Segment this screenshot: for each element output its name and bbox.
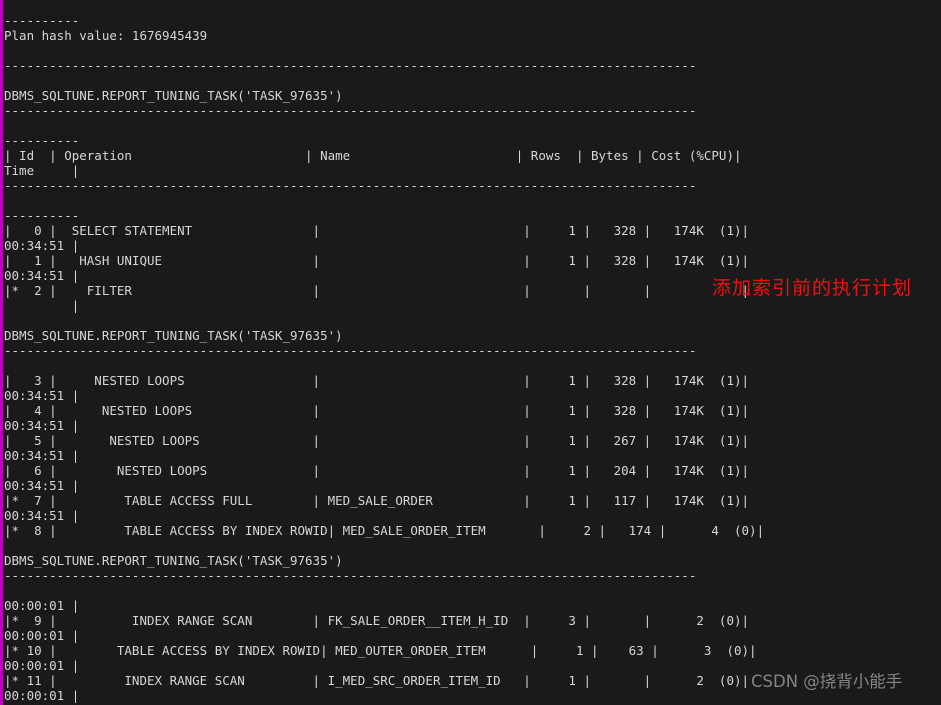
terminal-left-accent-bar bbox=[0, 0, 3, 705]
execution-plan-console-output: ---------- Plan hash value: 1676945439 -… bbox=[4, 12, 765, 705]
annotation-before-index-plan: 添加索引前的执行计划 bbox=[712, 277, 913, 299]
terminal-window: ---------- Plan hash value: 1676945439 -… bbox=[0, 0, 941, 705]
csdn-watermark: CSDN @挠背小能手 bbox=[751, 672, 903, 691]
